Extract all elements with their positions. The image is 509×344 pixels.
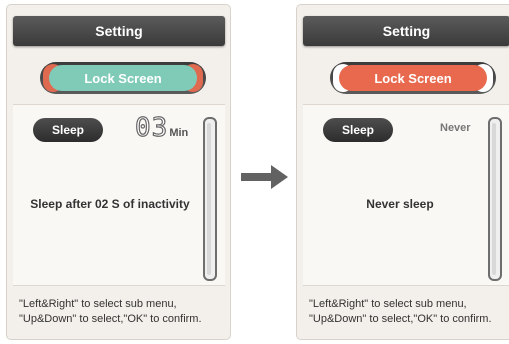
- content-area: Sleep Never Never sleep: [303, 104, 509, 286]
- title-bar: Setting: [13, 16, 225, 46]
- right-arrow-icon: [241, 165, 288, 189]
- sleep-time-value[interactable]: Never: [440, 122, 471, 134]
- sleep-time-unit: Min: [169, 127, 189, 139]
- hint-text: "Left&Right" to select sub menu, "Up&Dow…: [309, 297, 492, 327]
- arrow-shape: [241, 165, 288, 189]
- sleep-time-digits: 03: [134, 112, 169, 143]
- sleep-button[interactable]: Sleep: [33, 118, 103, 142]
- sleep-message: Sleep after 02 S of inactivity: [30, 197, 190, 211]
- hint-line-2: "Up&Down" to select,"OK" to confirm.: [19, 313, 202, 325]
- hint-line-2: "Up&Down" to select,"OK" to confirm.: [309, 313, 492, 325]
- sleep-message: Never sleep: [366, 197, 434, 211]
- lock-screen-tab-frame: Lock Screen: [40, 62, 206, 94]
- hint-line-1: "Left&Right" to select sub menu,: [19, 298, 177, 310]
- scrollbar[interactable]: [488, 117, 502, 281]
- hint-line-1: "Left&Right" to select sub menu,: [309, 298, 467, 310]
- lock-screen-tab[interactable]: Lock Screen: [339, 65, 487, 91]
- title-bar: Setting: [303, 16, 509, 46]
- scrollbar[interactable]: [203, 117, 217, 281]
- hint-text: "Left&Right" to select sub menu, "Up&Dow…: [19, 297, 202, 327]
- settings-screen-after: Setting Lock Screen Sleep Never Never sl…: [296, 4, 509, 340]
- sleep-time-value[interactable]: 03Min: [134, 112, 189, 143]
- lock-screen-tab[interactable]: Lock Screen: [49, 65, 197, 91]
- sleep-button[interactable]: Sleep: [323, 118, 393, 142]
- content-area: Sleep 03Min Sleep after 02 S of inactivi…: [13, 104, 225, 286]
- settings-screen-before: Setting Lock Screen Sleep 03Min Sleep af…: [6, 4, 231, 340]
- lock-screen-tab-frame: Lock Screen: [330, 62, 496, 94]
